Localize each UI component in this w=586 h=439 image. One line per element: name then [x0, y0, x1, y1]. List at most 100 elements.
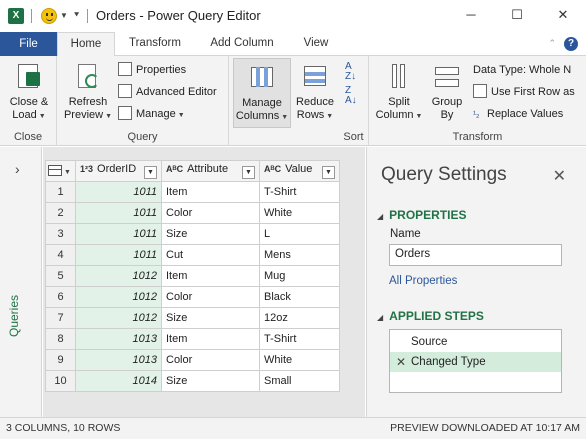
properties-button[interactable]: Properties — [118, 60, 186, 80]
row-number[interactable]: 5 — [45, 265, 76, 287]
split-column-button[interactable]: Split Column ▼ — [373, 60, 425, 123]
group-by-button[interactable]: Group By — [425, 60, 469, 122]
text-type-icon[interactable]: AᴮC — [166, 164, 183, 174]
row-number[interactable]: 4 — [45, 244, 76, 266]
manage-columns-button[interactable]: Manage Columns ▼ — [233, 58, 291, 128]
cell-orderid[interactable]: 1011 — [75, 181, 162, 203]
text-type-icon[interactable]: AᴮC — [264, 164, 281, 174]
minimize-button[interactable]: ─ — [448, 0, 494, 32]
step-source[interactable]: Source — [390, 332, 561, 352]
table-row[interactable]: 4 1011 Cut Mens — [45, 244, 340, 266]
properties-section[interactable]: ◢ PROPERTIES — [377, 208, 467, 222]
close-window-button[interactable]: ✕ — [540, 0, 586, 32]
row-number[interactable]: 10 — [45, 370, 76, 392]
data-type-dropdown[interactable]: Data Type: Whole N — [473, 60, 571, 80]
help-icon[interactable]: ? — [564, 37, 578, 51]
cell-value[interactable]: T-Shirt — [259, 181, 340, 203]
row-number[interactable]: 7 — [45, 307, 76, 329]
qat-customize-icon[interactable]: ⯆ — [73, 10, 80, 21]
tab-view[interactable]: View — [295, 32, 337, 56]
cell-value[interactable]: White — [259, 202, 340, 224]
cell-orderid[interactable]: 1012 — [75, 286, 162, 308]
feedback-smiley-icon[interactable] — [41, 8, 57, 24]
row-number[interactable]: 8 — [45, 328, 76, 350]
cell-value[interactable]: White — [259, 349, 340, 371]
replace-values-button[interactable]: ¹₂ Replace Values — [473, 104, 563, 124]
query-name-field[interactable]: Orders — [389, 244, 562, 266]
column-name: OrderID — [97, 163, 137, 175]
table-row[interactable]: 5 1012 Item Mug — [45, 265, 340, 287]
cell-attribute[interactable]: Item — [161, 181, 260, 203]
all-properties-link[interactable]: All Properties — [389, 275, 457, 287]
table-row[interactable]: 10 1014 Size Small — [45, 370, 340, 392]
table-row[interactable]: 3 1011 Size L — [45, 223, 340, 245]
cell-attribute[interactable]: Item — [161, 265, 260, 287]
cell-attribute[interactable]: Color — [161, 349, 260, 371]
tab-add-column[interactable]: Add Column — [203, 32, 281, 56]
cell-value[interactable]: Mug — [259, 265, 340, 287]
collapse-ribbon-icon[interactable]: ⌃ — [548, 38, 556, 49]
cell-attribute[interactable]: Color — [161, 202, 260, 224]
tab-file[interactable]: File — [0, 32, 57, 56]
row-number[interactable]: 6 — [45, 286, 76, 308]
sort-ascending-icon[interactable]: A Z↓ — [345, 62, 356, 82]
column-header-attribute[interactable]: AᴮC Attribute ▼ — [161, 160, 260, 182]
table-row[interactable]: 8 1013 Item T-Shirt — [45, 328, 340, 350]
cell-attribute[interactable]: Size — [161, 370, 260, 392]
column-header-orderid[interactable]: 1²3 OrderID ▼ — [75, 160, 162, 182]
cell-value[interactable]: Small — [259, 370, 340, 392]
row-number[interactable]: 2 — [45, 202, 76, 224]
use-first-row-button[interactable]: Use First Row as — [473, 82, 575, 102]
cell-value[interactable]: Black — [259, 286, 340, 308]
sort-descending-icon[interactable]: Z A↓ — [345, 86, 357, 106]
cell-orderid[interactable]: 1014 — [75, 370, 162, 392]
cell-orderid[interactable]: 1013 — [75, 328, 162, 350]
close-load-button[interactable]: Close & Load ▼ — [4, 60, 54, 123]
table-menu-button[interactable]: ▼ — [45, 160, 76, 182]
filter-dropdown-icon[interactable]: ▼ — [144, 166, 157, 179]
cell-attribute[interactable]: Size — [161, 223, 260, 245]
cell-orderid[interactable]: 1013 — [75, 349, 162, 371]
step-changed-type[interactable]: ✕ Changed Type — [390, 352, 561, 372]
excel-logo-icon[interactable]: X — [8, 8, 24, 24]
row-number[interactable]: 9 — [45, 349, 76, 371]
cell-value[interactable]: 12oz — [259, 307, 340, 329]
cell-attribute[interactable]: Item — [161, 328, 260, 350]
cell-orderid[interactable]: 1011 — [75, 244, 162, 266]
cell-attribute[interactable]: Cut — [161, 244, 260, 266]
row-number[interactable]: 3 — [45, 223, 76, 245]
cell-orderid[interactable]: 1012 — [75, 265, 162, 287]
cell-orderid[interactable]: 1012 — [75, 307, 162, 329]
expand-queries-icon[interactable]: › — [15, 161, 20, 177]
refresh-preview-button[interactable]: Refresh Preview ▼ — [63, 60, 113, 123]
transform-group: Split Column ▼ Group By Data Type: Whole … — [369, 56, 586, 146]
tab-transform[interactable]: Transform — [122, 32, 188, 56]
cell-value[interactable]: Mens — [259, 244, 340, 266]
filter-dropdown-icon[interactable]: ▼ — [322, 166, 335, 179]
cell-value[interactable]: T-Shirt — [259, 328, 340, 350]
cell-attribute[interactable]: Size — [161, 307, 260, 329]
table-row[interactable]: 1 1011 Item T-Shirt — [45, 181, 340, 203]
smiley-dropdown-icon[interactable]: ▼ — [60, 11, 68, 20]
whole-number-type-icon[interactable]: 1²3 — [80, 164, 93, 174]
filter-dropdown-icon[interactable]: ▼ — [242, 166, 255, 179]
advanced-editor-button[interactable]: Advanced Editor — [118, 82, 217, 102]
tab-home[interactable]: Home — [57, 32, 115, 57]
manage-button[interactable]: Manage ▼ — [118, 104, 185, 124]
applied-steps-section[interactable]: ◢ APPLIED STEPS — [377, 309, 484, 323]
table-row[interactable]: 9 1013 Color White — [45, 349, 340, 371]
maximize-button[interactable]: ☐ — [494, 0, 540, 32]
table-row[interactable]: 7 1012 Size 12oz — [45, 307, 340, 329]
table-row[interactable]: 6 1012 Color Black — [45, 286, 340, 308]
row-number[interactable]: 1 — [45, 181, 76, 203]
reduce-rows-button[interactable]: Reduce Rows ▼ — [293, 60, 337, 123]
cell-orderid[interactable]: 1011 — [75, 223, 162, 245]
close-icon[interactable]: ✕ — [553, 166, 566, 186]
table-row[interactable]: 2 1011 Color White — [45, 202, 340, 224]
cell-value[interactable]: L — [259, 223, 340, 245]
cell-orderid[interactable]: 1011 — [75, 202, 162, 224]
column-header-value[interactable]: AᴮC Value ▼ — [259, 160, 340, 182]
queries-pane-label[interactable]: Queries — [7, 295, 21, 337]
cell-attribute[interactable]: Color — [161, 286, 260, 308]
delete-step-icon[interactable]: ✕ — [396, 352, 406, 372]
